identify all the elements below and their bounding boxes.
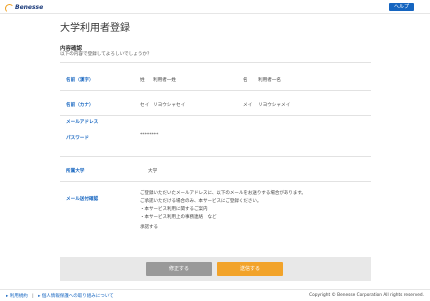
university-value: 大学 [148, 169, 158, 174]
row-label-name-kana: 名前（カナ） [66, 103, 94, 108]
mei-kana-label: メイ [243, 103, 253, 108]
footer-bullet: ▸ [6, 294, 9, 299]
row-label-mail-consent: メール送付確認 [66, 197, 99, 202]
footer-separator: | [32, 294, 34, 299]
row-password: パスワード ******** [60, 132, 371, 156]
password-value: ******** [140, 133, 159, 138]
footer-links: ▸ 利用規約 | ▸ 個人情報保護への取り組みについて [6, 293, 114, 299]
footer-bullet: ▸ [38, 294, 41, 299]
privacy-link[interactable]: 個人情報保護への取り組みについて [42, 294, 114, 299]
terms-link[interactable]: 利用規約 [10, 294, 28, 299]
consent-line: ・本サービス利用上の事務連絡 など [140, 215, 217, 220]
row-university: 所属大学 大学 [60, 156, 371, 181]
benesse-logo[interactable]: Benesse [4, 2, 44, 13]
action-bar: 修正する 送信する [60, 257, 371, 281]
fix-button[interactable]: 修正する [146, 262, 212, 276]
row-name-kanji: 名前（漢字） 姓 利用者一姓 名 利用者一名 [60, 62, 371, 90]
top-bar: Benesse ヘルプ [0, 0, 430, 14]
sei-label: 姓 [140, 78, 145, 83]
mail-consent-text: ご登録いただいたメールアドレスに、以下のメールをお送りする場合があります。 ご承… [140, 190, 306, 232]
section-subtitle: 以下の内容で登録してよろしいでしょうか？ [60, 52, 152, 57]
row-name-kana: 名前（カナ） セイ リヨウシャセイ メイ リヨウシャメイ [60, 90, 371, 115]
logo-text: Benesse [15, 3, 44, 11]
mei-kana-value: リヨウシャメイ [258, 103, 291, 108]
row-mail-consent: メール送付確認 ご登録いただいたメールアドレスに、以下のメールをお送りする場合が… [60, 181, 371, 241]
page-title: 大学利用者登録 [60, 23, 130, 34]
copyright: Copyright © Benesse Corporation All righ… [309, 293, 424, 298]
mei-value: 利用者一名 [258, 78, 281, 83]
help-button[interactable]: ヘルプ [389, 3, 414, 11]
footer: ▸ 利用規約 | ▸ 個人情報保護への取り組みについて Copyright © … [0, 289, 430, 301]
mei-label: 名 [243, 78, 248, 83]
send-button[interactable]: 送信する [217, 262, 283, 276]
sei-value: 利用者一姓 [153, 78, 176, 83]
consent-agree: 承諾する [140, 225, 158, 230]
row-label-name-kanji: 名前（漢字） [66, 78, 94, 83]
consent-line: ご登録いただいたメールアドレスに、以下のメールをお送りする場合があります。 [140, 191, 306, 196]
consent-line: ・本サービス利用に関するご案内 [140, 207, 208, 212]
consent-line: ご承諾いただける場合のみ、本サービスにご登録ください。 [140, 199, 262, 204]
row-email: メールアドレス [60, 115, 371, 132]
row-label-university: 所属大学 [66, 169, 85, 174]
sei-kana-label: セイ [140, 103, 150, 108]
sei-kana-value: リヨウシャセイ [153, 103, 186, 108]
benesse-logo-mark-icon [4, 3, 14, 13]
row-label-email: メールアドレス [66, 120, 99, 125]
row-label-password: パスワード [66, 136, 89, 141]
confirm-table: 名前（漢字） 姓 利用者一姓 名 利用者一名 名前（カナ） セイ リヨウシャセイ… [60, 62, 371, 241]
